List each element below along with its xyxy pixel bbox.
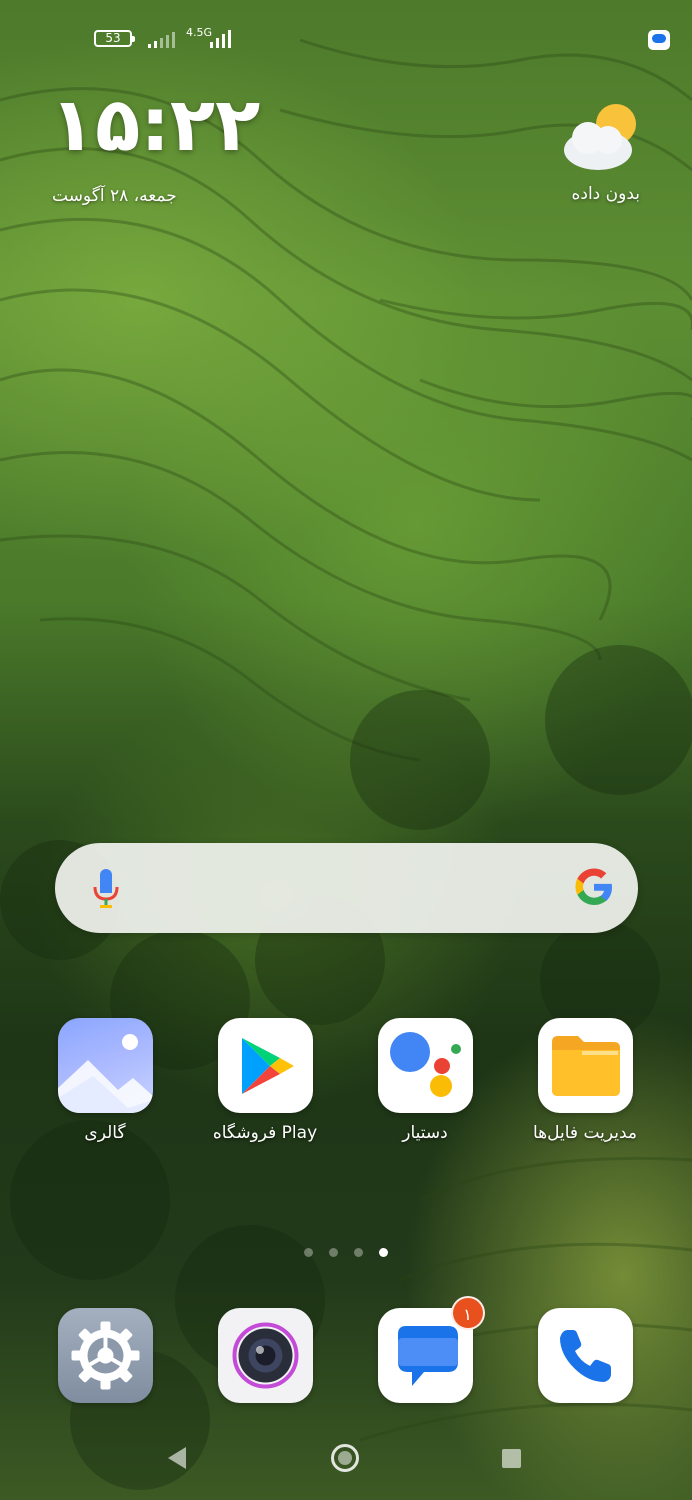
partly-cloudy-icon[interactable]: [560, 100, 644, 176]
dock-camera[interactable]: [185, 1308, 345, 1403]
battery-level: 53: [105, 31, 121, 45]
app-assistant[interactable]: دستیار: [345, 1018, 505, 1143]
app-label-file-manager: مدیریت فایل‌ها: [532, 1123, 638, 1143]
phone-icon[interactable]: [537, 1308, 633, 1403]
app-gallery[interactable]: گالری: [25, 1018, 185, 1143]
settings-icon[interactable]: [57, 1308, 153, 1403]
page-dot[interactable]: [304, 1248, 313, 1257]
weather-status[interactable]: بدون داده: [571, 184, 640, 204]
navigation-bar: [0, 1420, 692, 1500]
app-play-store[interactable]: فروشگاه Play: [185, 1018, 345, 1143]
page-dot[interactable]: [354, 1248, 363, 1257]
clock-date[interactable]: جمعه، ۲۸ آگوست: [52, 186, 177, 206]
network-type-label: 4.5G: [186, 26, 213, 39]
battery-indicator: 53: [94, 30, 135, 47]
google-mic-icon[interactable]: [91, 867, 121, 911]
page-dot-active[interactable]: [379, 1248, 388, 1257]
unread-count-badge: ۱: [450, 1296, 485, 1330]
clock-time[interactable]: ۱۵:۲۲: [50, 88, 260, 162]
page-dot[interactable]: [329, 1248, 338, 1257]
page-indicator[interactable]: [304, 1248, 394, 1260]
dock-settings[interactable]: [25, 1308, 185, 1403]
google-g-icon[interactable]: [572, 865, 616, 909]
dock-phone[interactable]: [505, 1308, 665, 1403]
messages-notification-icon: [648, 30, 670, 50]
camera-icon[interactable]: [217, 1308, 313, 1403]
gallery-icon[interactable]: [57, 1018, 153, 1113]
app-file-manager[interactable]: مدیریت فایل‌ها: [505, 1018, 665, 1143]
messages-icon[interactable]: ۱: [377, 1296, 485, 1403]
dock-messages[interactable]: ۱: [345, 1296, 505, 1403]
app-label-assistant: دستیار: [402, 1123, 448, 1143]
home-icon[interactable]: [331, 1444, 359, 1472]
app-label-gallery: گالری: [84, 1123, 126, 1143]
back-icon[interactable]: [166, 1445, 188, 1471]
google-search-bar[interactable]: [55, 843, 638, 933]
wallpaper: [0, 0, 692, 1500]
status-bar: 53 4.5G: [0, 24, 692, 56]
app-label-play-store: فروشگاه Play: [212, 1123, 318, 1143]
recents-icon[interactable]: [502, 1449, 521, 1468]
file-manager-icon[interactable]: [537, 1018, 633, 1113]
assistant-icon[interactable]: [377, 1018, 473, 1113]
play-store-icon[interactable]: [217, 1018, 313, 1113]
